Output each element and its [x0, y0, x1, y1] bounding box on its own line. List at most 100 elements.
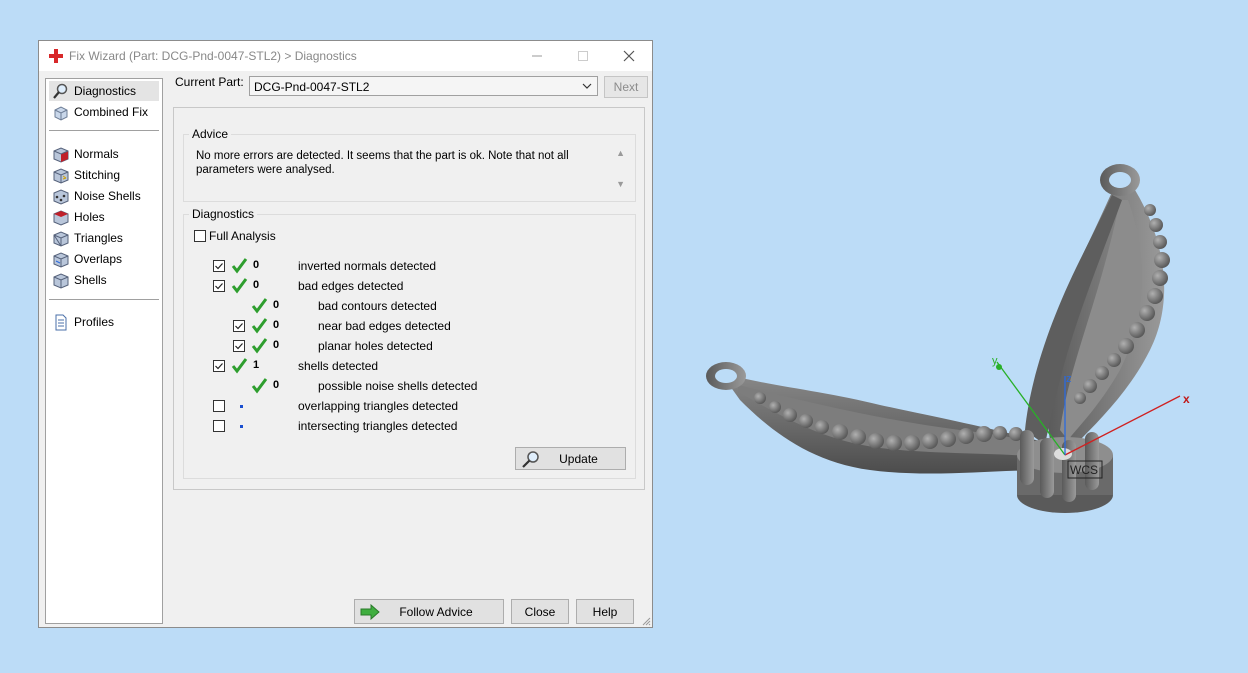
- pending-dot-icon: [240, 405, 243, 408]
- diagnostics-title: Diagnostics: [189, 207, 258, 221]
- ok-check-icon: [231, 258, 248, 274]
- advice-group: Advice No more errors are detected. It s…: [183, 127, 636, 202]
- sidebar-item-label: Diagnostics: [74, 84, 137, 98]
- sidebar-item-label: Overlaps: [74, 252, 123, 266]
- document-icon: [55, 314, 67, 330]
- advice-text: No more errors are detected. It seems th…: [196, 150, 569, 176]
- fix-wizard-dialog: Fix Wizard (Part: DCG-Pnd-0047-STL2) > D…: [38, 40, 653, 628]
- checkmark-icon: [235, 343, 243, 350]
- axis-y-label: y: [992, 355, 998, 367]
- sidebar-item-holes[interactable]: Holes: [49, 207, 159, 227]
- maximize-icon: [578, 51, 588, 61]
- wizard-sidebar: Diagnostics Combined Fix Normals Stitchi…: [45, 78, 163, 624]
- axis-z-label: z: [1066, 373, 1072, 385]
- close-icon: [623, 50, 635, 62]
- bad-edges-checkbox[interactable]: [213, 280, 225, 292]
- chevron-down-icon: [582, 83, 592, 89]
- scroll-up-icon[interactable]: ▲: [616, 148, 625, 158]
- holes-cube-icon: [53, 209, 69, 226]
- noise-shells-cube-icon: [53, 188, 69, 205]
- intersecting-triangles-checkbox[interactable]: [213, 420, 225, 432]
- sidebar-item-normals[interactable]: Normals: [49, 144, 159, 164]
- sidebar-item-label: Shells: [74, 273, 107, 287]
- close-window-button[interactable]: [606, 41, 652, 71]
- noise-shells-count: 0: [273, 379, 280, 391]
- minimize-icon: [532, 55, 542, 57]
- ok-check-icon: [231, 278, 248, 294]
- minimize-button[interactable]: [514, 41, 560, 71]
- resize-grip-icon[interactable]: [641, 616, 651, 626]
- checkmark-icon: [215, 263, 223, 270]
- sidebar-item-noise-shells[interactable]: Noise Shells: [49, 186, 159, 206]
- overlapping-triangles-label: overlapping triangles detected: [298, 399, 459, 413]
- shells-label: shells detected: [298, 359, 379, 373]
- inverted-normals-count: 0: [253, 259, 260, 271]
- planar-holes-checkbox[interactable]: [233, 340, 245, 352]
- checkmark-icon: [215, 283, 223, 290]
- current-part-dropdown[interactable]: DCG-Pnd-0047-STL2: [249, 76, 598, 96]
- title-bar[interactable]: Fix Wizard (Part: DCG-Pnd-0047-STL2) > D…: [39, 41, 652, 71]
- shells-checkbox[interactable]: [213, 360, 225, 372]
- ok-check-icon: [251, 378, 268, 394]
- sidebar-item-stitching[interactable]: Stitching: [49, 165, 159, 185]
- planar-holes-count: 0: [273, 339, 280, 351]
- inverted-normals-checkbox[interactable]: [213, 260, 225, 272]
- bad-edges-count: 0: [253, 279, 260, 291]
- current-part-value: DCG-Pnd-0047-STL2: [254, 80, 370, 94]
- follow-advice-label: Follow Advice: [399, 604, 473, 619]
- checkmark-icon: [215, 363, 223, 370]
- bad-contours-label: bad contours detected: [318, 299, 437, 313]
- update-button[interactable]: Update: [515, 447, 626, 470]
- overlapping-triangles-checkbox[interactable]: [213, 400, 225, 412]
- diagnostics-group: Diagnostics Full Analysis 0 inverted nor…: [183, 207, 636, 479]
- bad-contours-count: 0: [273, 299, 280, 311]
- sidebar-item-label: Holes: [74, 210, 105, 224]
- arrow-right-icon: [360, 604, 380, 620]
- full-analysis-checkbox[interactable]: [194, 230, 206, 242]
- ok-check-icon: [251, 298, 268, 314]
- intersecting-triangles-label: intersecting triangles detected: [298, 419, 458, 433]
- scroll-down-icon[interactable]: ▼: [616, 179, 625, 189]
- inverted-normals-label: inverted normals detected: [298, 259, 437, 273]
- diagnostics-panel: Advice No more errors are detected. It s…: [173, 107, 645, 490]
- sidebar-divider: [49, 130, 159, 131]
- planar-holes-label: planar holes detected: [318, 339, 433, 353]
- fix-cross-icon: [49, 49, 63, 63]
- near-bad-edges-checkbox[interactable]: [233, 320, 245, 332]
- full-analysis-label: Full Analysis: [209, 229, 276, 243]
- next-button[interactable]: Next: [604, 76, 648, 98]
- close-button[interactable]: Close: [511, 599, 569, 624]
- noise-shells-label: possible noise shells detected: [318, 379, 478, 393]
- sidebar-item-shells[interactable]: Shells: [49, 270, 159, 290]
- magnifier-icon: [522, 451, 539, 468]
- magnifier-icon: [53, 83, 68, 99]
- help-button[interactable]: Help: [576, 599, 634, 624]
- sidebar-divider: [49, 299, 159, 300]
- sidebar-item-overlaps[interactable]: Overlaps: [49, 249, 159, 269]
- sidebar-item-label: Noise Shells: [74, 189, 141, 203]
- sidebar-item-combined-fix[interactable]: Combined Fix: [49, 102, 159, 122]
- ok-check-icon: [251, 338, 268, 354]
- sidebar-item-profiles[interactable]: Profiles: [49, 312, 159, 332]
- near-bad-edges-label: near bad edges detected: [318, 319, 451, 333]
- update-label: Update: [559, 451, 598, 466]
- maximize-button[interactable]: [560, 41, 606, 71]
- bad-edges-label: bad edges detected: [298, 279, 404, 293]
- near-bad-edges-count: 0: [273, 319, 280, 331]
- pending-dot-icon: [240, 425, 243, 428]
- triangles-cube-icon: [53, 230, 69, 247]
- ok-check-icon: [251, 318, 268, 334]
- stitching-cube-icon: [53, 167, 69, 184]
- shells-cube-icon: [53, 272, 69, 289]
- sidebar-item-label: Combined Fix: [74, 105, 149, 119]
- overlaps-cube-icon: [53, 251, 69, 268]
- cubes-icon: [54, 105, 68, 121]
- sidebar-item-diagnostics[interactable]: Diagnostics: [49, 81, 159, 101]
- advice-title: Advice: [189, 127, 232, 141]
- follow-advice-button[interactable]: Follow Advice: [354, 599, 504, 624]
- sidebar-item-triangles[interactable]: Triangles: [49, 228, 159, 248]
- current-part-label: Current Part:: [175, 75, 244, 89]
- sidebar-item-label: Triangles: [74, 231, 123, 245]
- sidebar-item-label: Profiles: [74, 315, 115, 329]
- shells-count: 1: [253, 359, 260, 371]
